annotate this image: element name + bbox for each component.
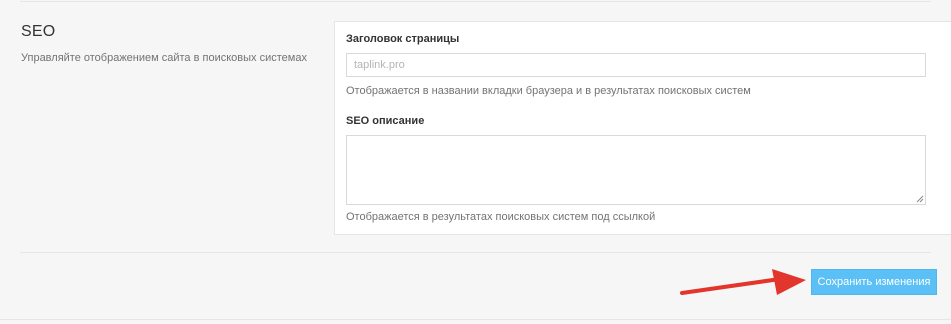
page-title-help: Отображается в названии вкладки браузера… [346,85,751,97]
resize-handle-icon[interactable] [916,195,924,203]
seo-description-textarea[interactable] [346,135,926,205]
seo-description-help: Отображается в результатах поисковых сис… [346,211,656,223]
seo-settings-card: Заголовок страницы Отображается в назван… [334,21,951,235]
save-changes-button[interactable]: Сохранить изменения [811,269,937,295]
bottom-divider [20,252,931,253]
page-bottom-divider [0,319,951,320]
top-divider [20,1,931,2]
section-description: Управляйте отображением сайта в поисковы… [21,52,307,64]
red-arrow-icon [680,269,806,295]
page-title-label: Заголовок страницы [346,33,460,45]
section-title: SEO [21,23,56,40]
seo-description-label: SEO описание [346,115,425,127]
page-title-input[interactable] [346,53,926,77]
